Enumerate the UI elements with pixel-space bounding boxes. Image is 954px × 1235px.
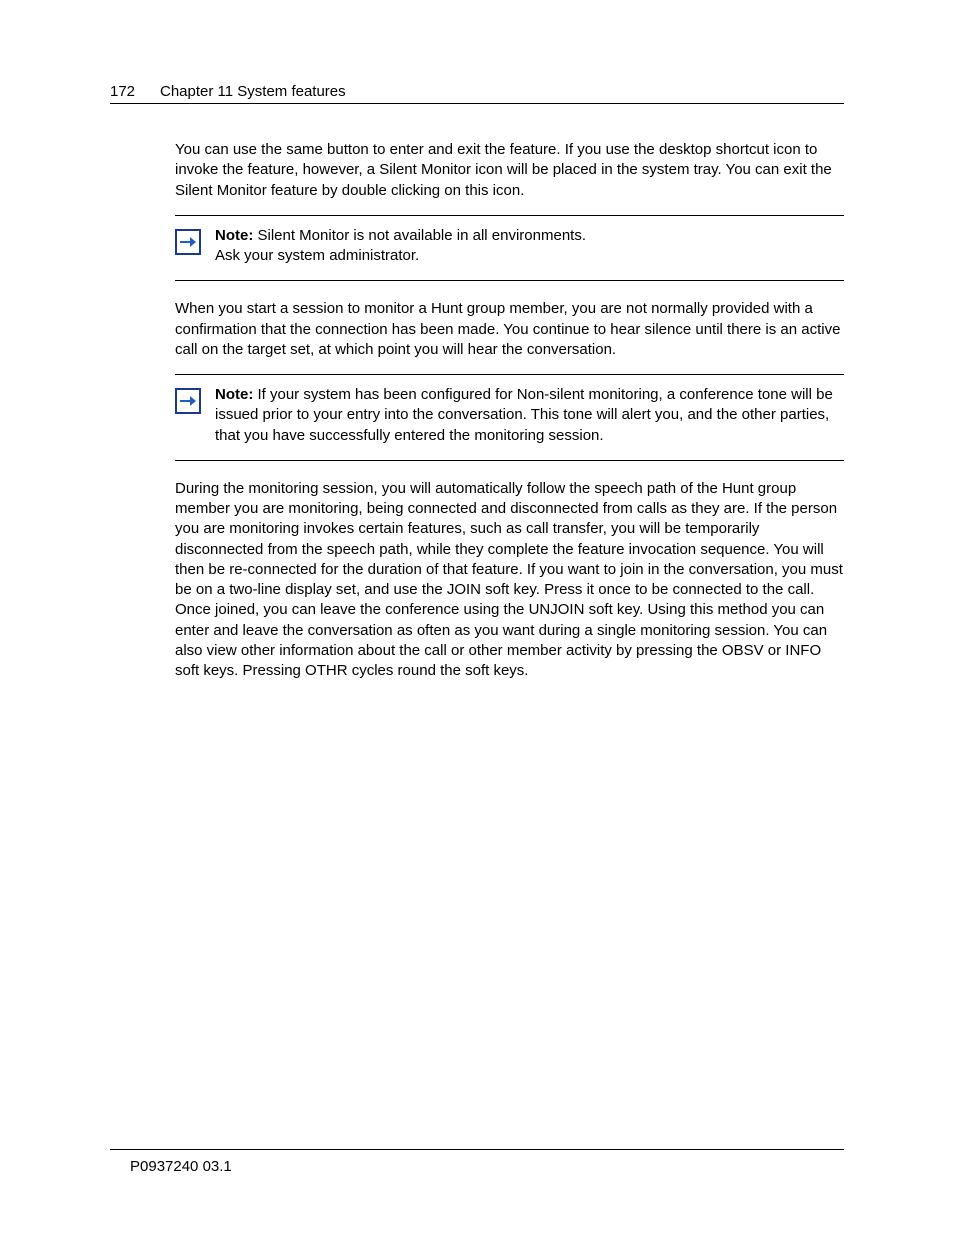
body-content: You can use the same button to enter and… — [175, 140, 844, 691]
note-body-line1: Silent Monitor is not available in all e… — [253, 227, 586, 244]
note-label: Note: — [215, 386, 253, 403]
page-number: 172 — [110, 83, 135, 100]
footer-rule — [110, 1149, 844, 1150]
note-block-1: Note: Silent Monitor is not available in… — [175, 215, 844, 282]
note-label: Note: — [215, 227, 253, 244]
footer-id: P0937240 03.1 — [130, 1158, 232, 1175]
arrow-right-icon — [175, 388, 201, 414]
header-rule — [110, 103, 844, 104]
paragraph-3: During the monitoring session, you will … — [175, 479, 844, 682]
document-page: 172 Chapter 11 System features You can u… — [0, 0, 954, 1235]
note-body-line2: Ask your system administrator. — [215, 246, 844, 266]
note-block-2: Note: If your system has been configured… — [175, 374, 844, 461]
arrow-right-icon — [175, 229, 201, 255]
note-body-2: If your system has been configured for N… — [215, 386, 833, 444]
note-text-1: Note: Silent Monitor is not available in… — [215, 226, 844, 267]
note-text-2: Note: If your system has been configured… — [215, 385, 844, 446]
running-header: Chapter 11 System features — [160, 83, 346, 100]
paragraph-2: When you start a session to monitor a Hu… — [175, 299, 844, 360]
paragraph-intro: You can use the same button to enter and… — [175, 140, 844, 201]
